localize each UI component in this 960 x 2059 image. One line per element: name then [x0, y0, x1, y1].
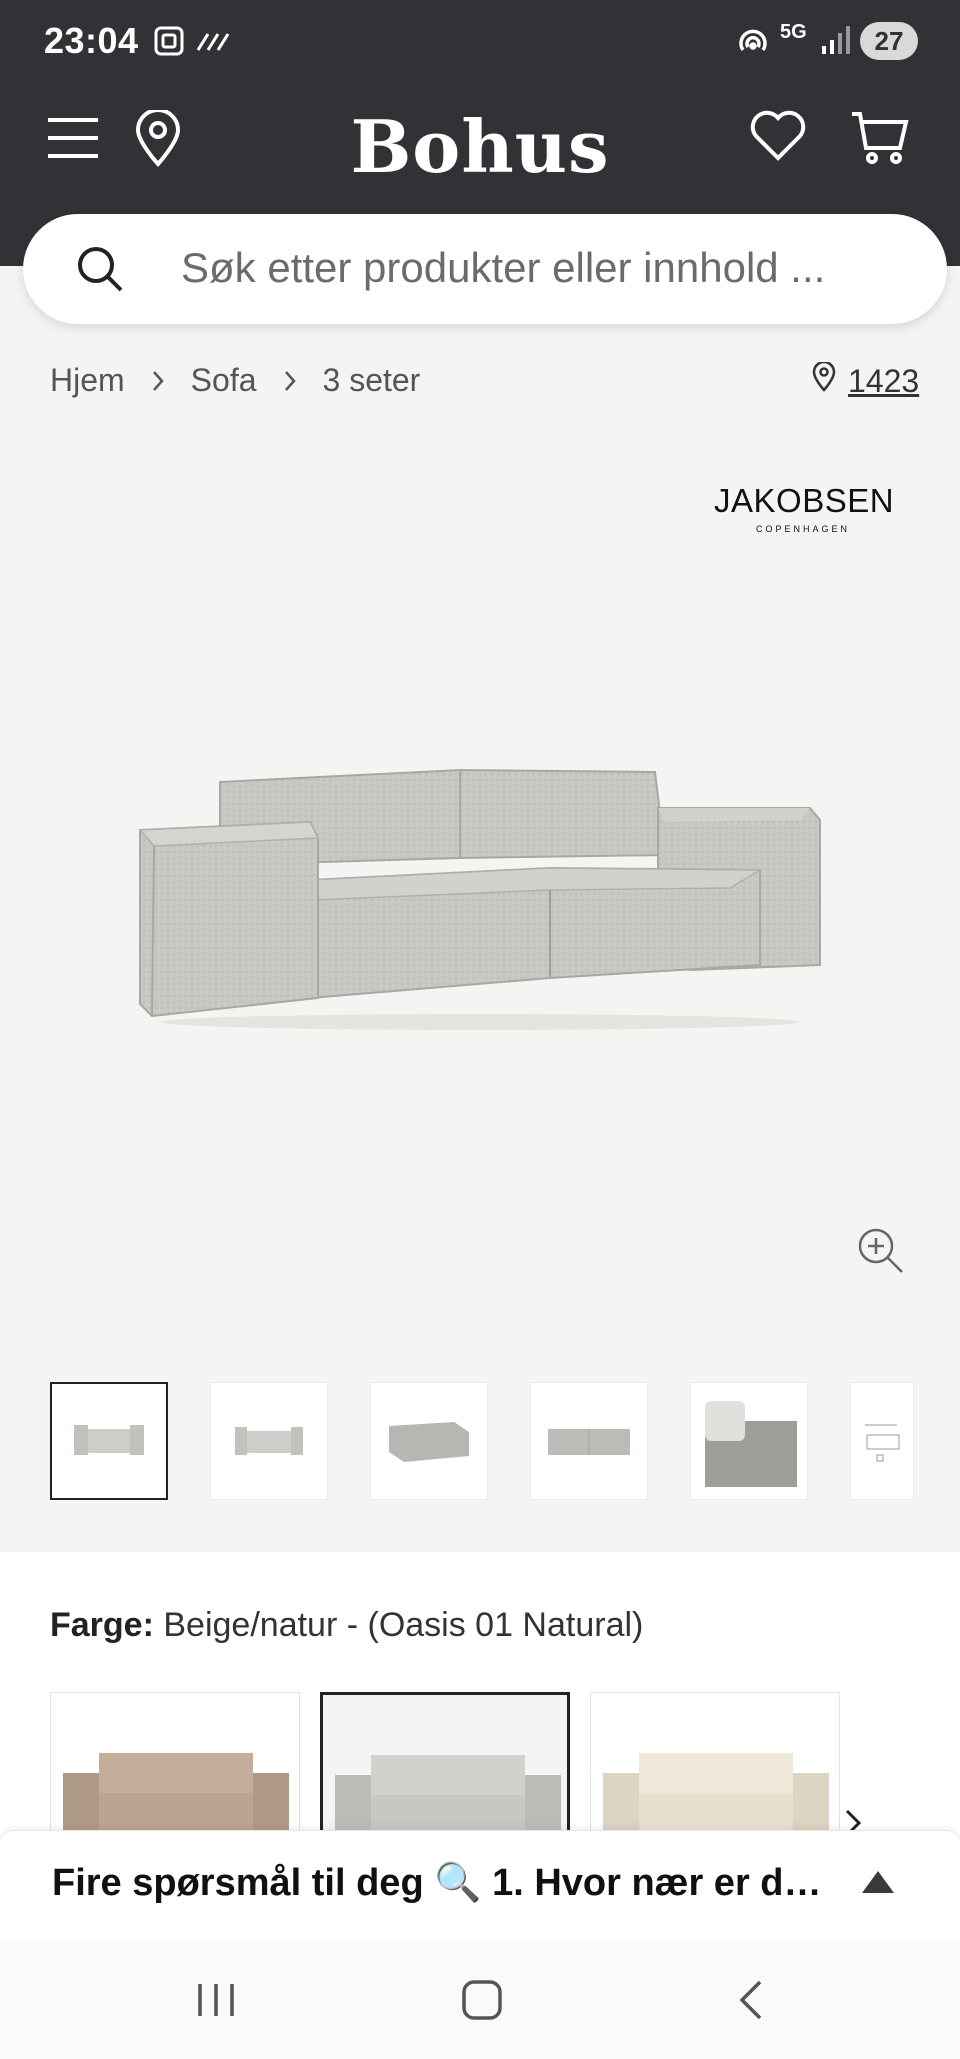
thumbnail-1[interactable] [50, 1382, 168, 1500]
color-swatch-3[interactable] [590, 1692, 840, 1832]
battery-indicator: 27 [860, 22, 918, 60]
thumbnail-4[interactable] [530, 1382, 648, 1500]
wishlist-button[interactable] [750, 110, 806, 167]
color-label-prefix: Farge: [50, 1606, 154, 1644]
brand-subtitle: COPENHAGEN [755, 524, 850, 534]
system-nav-bar [0, 1940, 960, 2059]
chevron-right-icon [283, 370, 297, 392]
zoom-in-icon [856, 1228, 904, 1278]
color-value: Beige/natur - (Oasis 01 Natural) [163, 1606, 644, 1644]
store-number[interactable]: 1423 [848, 363, 919, 400]
breadcrumb-3-seter[interactable]: 3 seter [323, 362, 421, 399]
heart-icon [750, 110, 806, 167]
screenshot-icon [152, 24, 186, 63]
thumbnail-5[interactable] [690, 1382, 808, 1500]
breadcrumb-home[interactable]: Hjem [50, 362, 125, 399]
selected-store[interactable]: 1423 [812, 360, 919, 400]
chevron-up-icon[interactable] [860, 1869, 896, 1900]
brand-logo: JAKOBSEN COPENHAGEN [714, 482, 895, 534]
site-header: Bohus [0, 96, 960, 196]
search-bar[interactable]: Søk etter produkter eller innhold ... [23, 214, 947, 324]
brand-name: JAKOBSEN [714, 482, 895, 519]
search-icon [75, 244, 125, 299]
network-type: 5G [780, 21, 807, 43]
status-bar: 23:04 5G 27 [0, 0, 960, 90]
chat-prompt-text[interactable]: Fire spørsmål til deg 🔍 1. Hvor nær er d… [52, 1861, 842, 1905]
thumbnail-2[interactable] [210, 1382, 328, 1500]
back-icon[interactable] [732, 1978, 772, 2027]
bohus-logo[interactable]: Bohus [0, 104, 960, 189]
status-time: 23:04 [44, 20, 139, 61]
zoom-button[interactable] [856, 1226, 904, 1279]
cart-button[interactable] [850, 110, 910, 171]
breadcrumb: Hjem Sofa 3 seter [50, 362, 420, 399]
color-label: Farge: Beige/natur - (Oasis 01 Natural) [50, 1606, 643, 1645]
color-swatch-2[interactable] [320, 1692, 570, 1832]
thumbnail-6[interactable] [850, 1382, 914, 1500]
home-icon[interactable] [460, 1978, 504, 2027]
recent-apps-icon[interactable] [194, 1978, 238, 2027]
thumbnail-3[interactable] [370, 1382, 488, 1500]
hotspot-icon [736, 26, 770, 65]
color-swatch-1[interactable] [50, 1692, 300, 1832]
search-input[interactable]: Søk etter produkter eller innhold ... [181, 244, 825, 292]
breadcrumb-sofa[interactable]: Sofa [191, 362, 257, 399]
location-pin-icon [812, 360, 836, 400]
signal-icon [822, 24, 850, 61]
chat-prompt-bar[interactable]: Fire spørsmål til deg 🔍 1. Hvor nær er d… [0, 1830, 960, 1940]
color-swatches [50, 1692, 916, 1832]
product-image[interactable] [130, 760, 830, 1040]
data-activity-icon [196, 30, 230, 57]
cart-icon [850, 110, 910, 171]
chevron-right-icon [151, 370, 165, 392]
thumbnail-strip [50, 1382, 916, 1502]
